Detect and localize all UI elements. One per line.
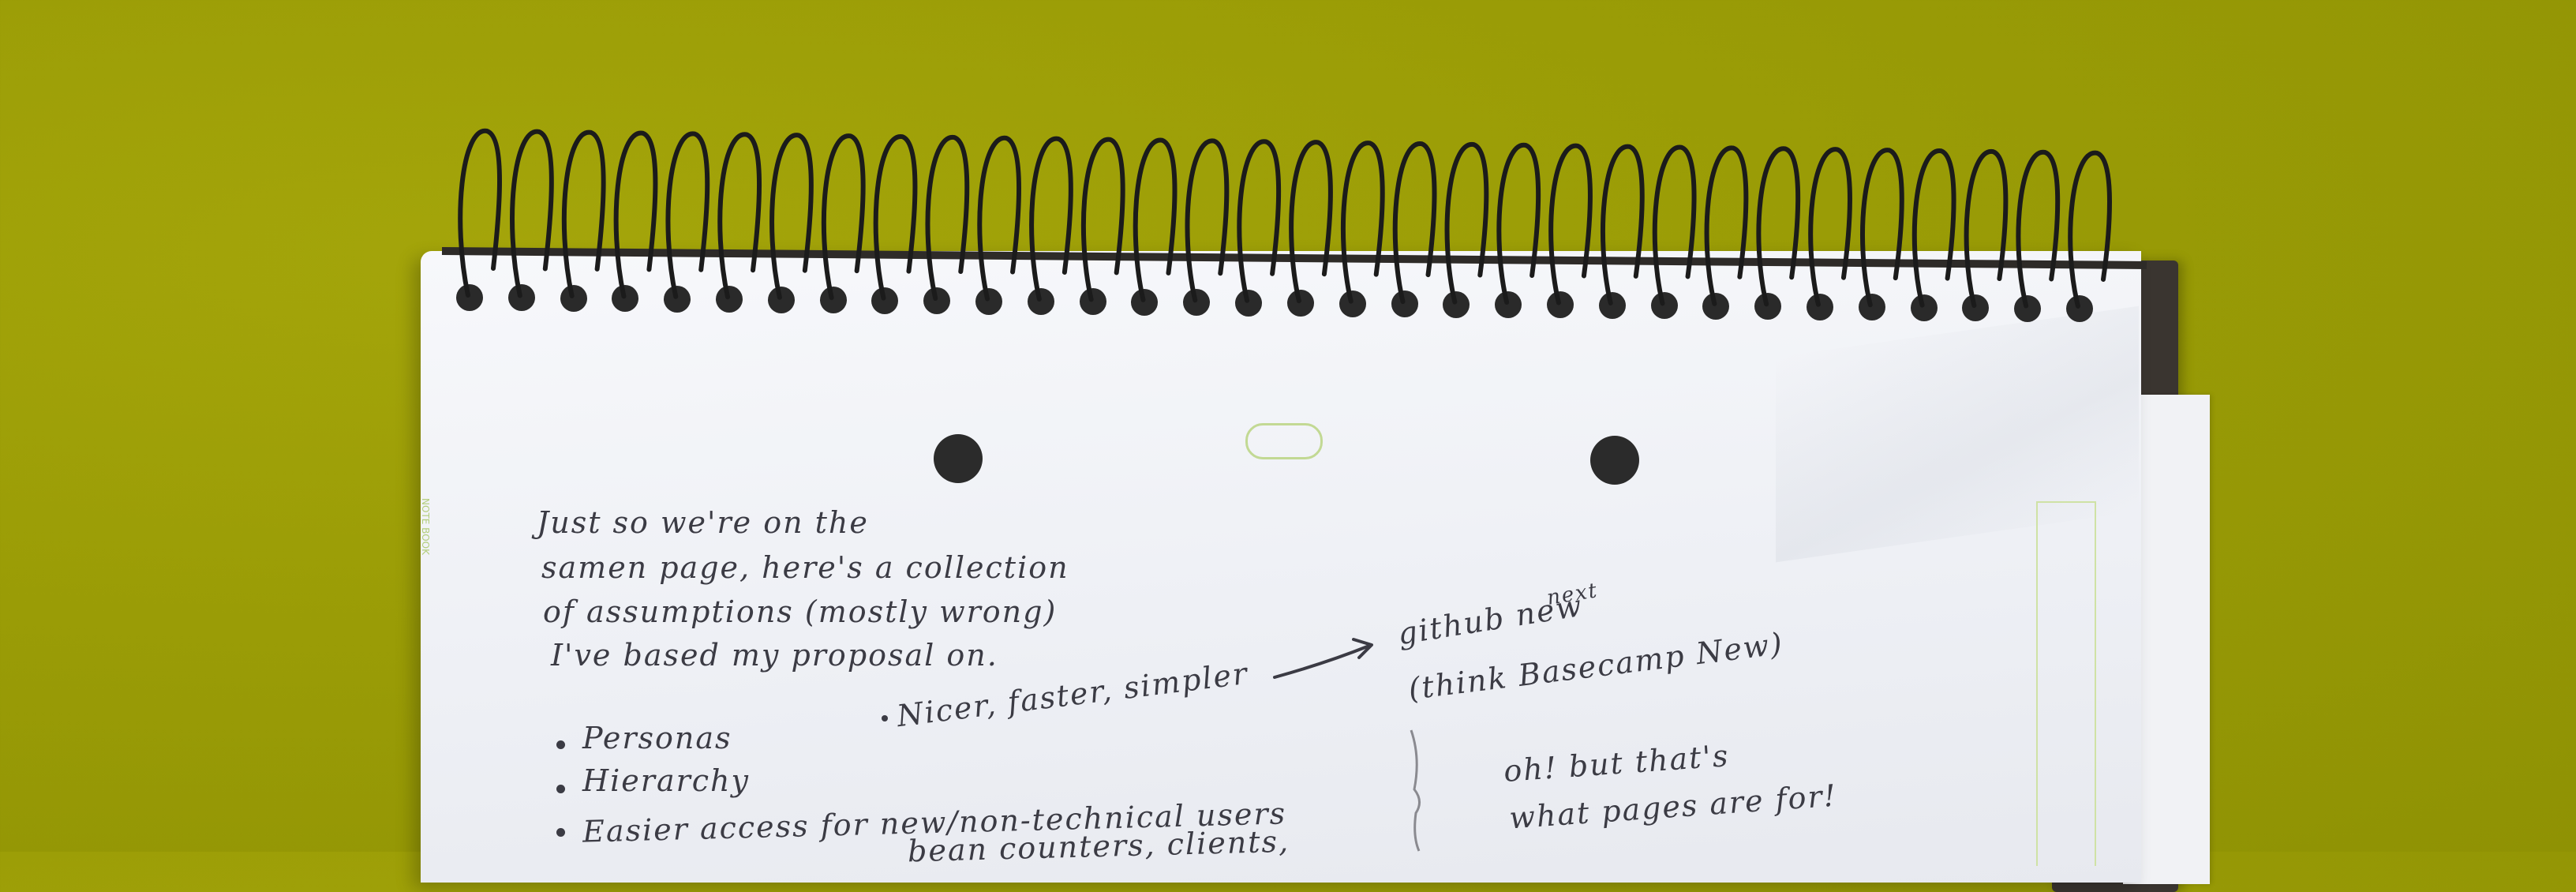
spiral-coil <box>769 133 814 300</box>
note-line-4: I've based my proposal on. <box>551 638 998 673</box>
spiral-coil <box>925 135 970 302</box>
spiral-coil <box>1444 142 1489 305</box>
note-bullet-hierarchy: Hierarchy <box>582 763 750 798</box>
spiral-coil <box>1964 149 2009 309</box>
bullet-dot <box>882 715 888 721</box>
spiral-coil <box>873 134 918 301</box>
spiral-coil <box>665 131 710 299</box>
spiral-coil <box>613 130 658 299</box>
arrow-icon <box>1273 638 1373 679</box>
spiral-coil <box>1237 139 1282 303</box>
spiral-coil <box>1080 137 1125 302</box>
spiral-coil <box>1548 143 1593 305</box>
spiral-coil <box>458 128 502 298</box>
spiral-coil <box>561 129 606 298</box>
note-line-1: Just so we're on the <box>537 505 869 540</box>
spiral-coil <box>1289 140 1333 304</box>
spiral-coil <box>2068 150 2112 309</box>
note-line-3: of assumptions (mostly wrong) <box>543 594 1058 629</box>
spiral-coil <box>1704 145 1749 306</box>
spiral-binding-icon <box>441 128 2147 309</box>
brace-icon <box>1410 729 1421 852</box>
spiral-coil <box>1133 137 1178 302</box>
spiral-coil <box>1756 146 1801 307</box>
photo-scene: NOTE BOOK Just so we're on the samen pag… <box>0 0 2576 892</box>
bullet-dot <box>556 740 565 749</box>
spiral-coil <box>1600 144 1645 305</box>
spiral-coil <box>1652 144 1697 306</box>
spiral-coil <box>1860 148 1904 308</box>
spiral-coil <box>2016 149 2061 309</box>
note-line-2: samen page, here's a collection <box>541 550 1069 585</box>
spiral-coil <box>1911 148 1956 308</box>
spiral-coil <box>1185 138 1230 303</box>
note-bullet-personas: Personas <box>582 721 732 755</box>
bullet-dot <box>556 828 565 837</box>
spiral-coil <box>717 132 762 300</box>
spiral-coil <box>1808 147 1852 307</box>
spiral-coil <box>1029 136 1073 302</box>
spiral-coil <box>977 135 1022 302</box>
spiral-coil <box>1496 142 1541 305</box>
bullet-dot <box>556 785 565 793</box>
spiral-coil <box>1392 141 1437 305</box>
spiral-coil <box>510 129 554 298</box>
spiral-coil <box>1340 141 1385 304</box>
spiral-coil <box>821 133 866 301</box>
